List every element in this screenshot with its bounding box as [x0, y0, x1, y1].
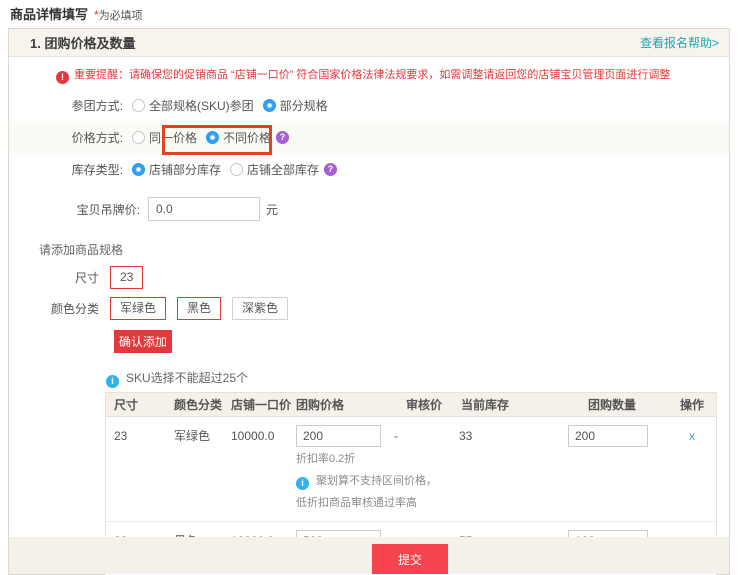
sku-limit-note: SKU选择不能超过25个 — [106, 369, 729, 388]
tag-price-label: 宝贝吊牌价: — [9, 201, 140, 218]
group-price-input[interactable] — [296, 425, 381, 447]
table-row: 23 军绿色 10000.0 折扣率0.2折 聚划算不支持区间价格， 低折扣商品… — [106, 417, 716, 521]
price-tip: 低折扣商品审核通过率高 — [296, 497, 417, 509]
cell-color: 军绿色 — [174, 425, 231, 447]
radio-option-different-price[interactable]: 不同价格 — [206, 129, 271, 146]
color-option-army-green[interactable]: 军绿色 — [110, 297, 166, 320]
delete-row-button[interactable]: x — [689, 429, 695, 443]
help-icon[interactable] — [324, 163, 337, 176]
tag-price-row: 宝贝吊牌价: 元 — [9, 189, 729, 229]
cell-current-stock: 33 — [456, 425, 568, 447]
spec-section-hint: 请添加商品规格 — [39, 241, 729, 258]
col-header-current-stock: 当前库存 — [456, 393, 568, 417]
cell-group-quantity — [568, 425, 668, 447]
cell-shop-price: 10000.0 — [231, 425, 296, 447]
tag-price-input[interactable] — [148, 197, 260, 221]
radio-option-all-sku[interactable]: 全部规格(SKU)参团 — [132, 97, 254, 114]
discount-rate-note: 折扣率0.2折 — [296, 453, 355, 465]
cell-group-price: 折扣率0.2折 聚划算不支持区间价格， 低折扣商品审核通过率高 — [296, 425, 391, 513]
col-header-actions: 操作 — [668, 393, 716, 417]
radio-icon — [132, 131, 145, 144]
cell-size: 23 — [114, 425, 174, 447]
help-icon[interactable] — [276, 131, 289, 144]
section-title: 1. 团购价格及数量 — [30, 33, 135, 52]
color-label: 颜色分类 — [9, 300, 99, 317]
tag-price-unit: 元 — [266, 201, 278, 218]
info-icon — [106, 375, 119, 388]
col-header-size: 尺寸 — [114, 393, 174, 417]
col-header-color: 颜色分类 — [174, 393, 231, 417]
warning-icon — [56, 71, 69, 84]
price-mode-row: 价格方式: 同一价格 不同价格 — [9, 121, 729, 153]
col-header-audit-price: 审核价 — [391, 393, 456, 417]
section-header: 1. 团购价格及数量 查看报名帮助> — [9, 29, 729, 57]
panel-footer: 提交 — [9, 537, 729, 574]
size-spec-row: 尺寸 23 — [9, 266, 729, 289]
join-mode-label: 参团方式: — [9, 97, 123, 114]
price-tip: 聚划算不支持区间价格， — [296, 475, 437, 487]
cell-actions: x — [668, 425, 716, 447]
confirm-add-button[interactable]: 确认添加 — [114, 330, 172, 353]
warning-text: 重要提醒：请确保您的促销商品 “店铺一口价” 符合国家价格法律法规要求，如需调整… — [74, 69, 670, 81]
radio-option-same-price[interactable]: 同一价格 — [132, 129, 197, 146]
radio-option-partial-sku[interactable]: 部分规格 — [263, 97, 328, 114]
color-spec-row: 颜色分类 军绿色 黑色 深紫色 — [9, 297, 729, 320]
page-header: 商品详情填写*为必填项 — [10, 4, 143, 26]
required-note: 为必填项 — [99, 10, 143, 22]
submit-button[interactable]: 提交 — [372, 544, 448, 574]
join-mode-row: 参团方式: 全部规格(SKU)参团 部分规格 — [9, 89, 729, 121]
radio-option-partial-stock[interactable]: 店铺部分库存 — [132, 161, 221, 178]
info-icon — [296, 477, 309, 490]
help-link[interactable]: 查看报名帮助> — [640, 34, 719, 51]
radio-selected-icon — [263, 99, 276, 112]
size-label: 尺寸 — [9, 269, 99, 286]
stock-type-row: 库存类型: 店铺部分库存 店铺全部库存 — [9, 153, 729, 185]
radio-icon — [230, 163, 243, 176]
stock-type-label: 库存类型: — [9, 161, 123, 178]
page-title: 商品详情填写 — [10, 7, 88, 22]
col-header-group-price: 团购价格 — [296, 393, 391, 417]
price-mode-label: 价格方式: — [9, 129, 123, 146]
color-option-black[interactable]: 黑色 — [177, 297, 221, 320]
table-header-row: 尺寸 颜色分类 店铺一口价 团购价格 审核价 当前库存 团购数量 操作 — [106, 393, 716, 417]
radio-selected-icon — [132, 163, 145, 176]
group-buy-panel: 1. 团购价格及数量 查看报名帮助> 重要提醒：请确保您的促销商品 “店铺一口价… — [8, 28, 730, 575]
size-option-23[interactable]: 23 — [110, 266, 143, 289]
col-header-group-quantity: 团购数量 — [568, 393, 668, 417]
radio-icon — [132, 99, 145, 112]
color-option-dark-purple[interactable]: 深紫色 — [232, 297, 288, 320]
radio-selected-icon — [206, 131, 219, 144]
radio-option-all-stock[interactable]: 店铺全部库存 — [230, 161, 319, 178]
cell-audit-price: - — [391, 425, 456, 447]
quantity-input[interactable] — [568, 425, 648, 447]
warning-banner: 重要提醒：请确保您的促销商品 “店铺一口价” 符合国家价格法律法规要求，如需调整… — [56, 67, 729, 87]
col-header-shop-price: 店铺一口价 — [231, 393, 296, 417]
